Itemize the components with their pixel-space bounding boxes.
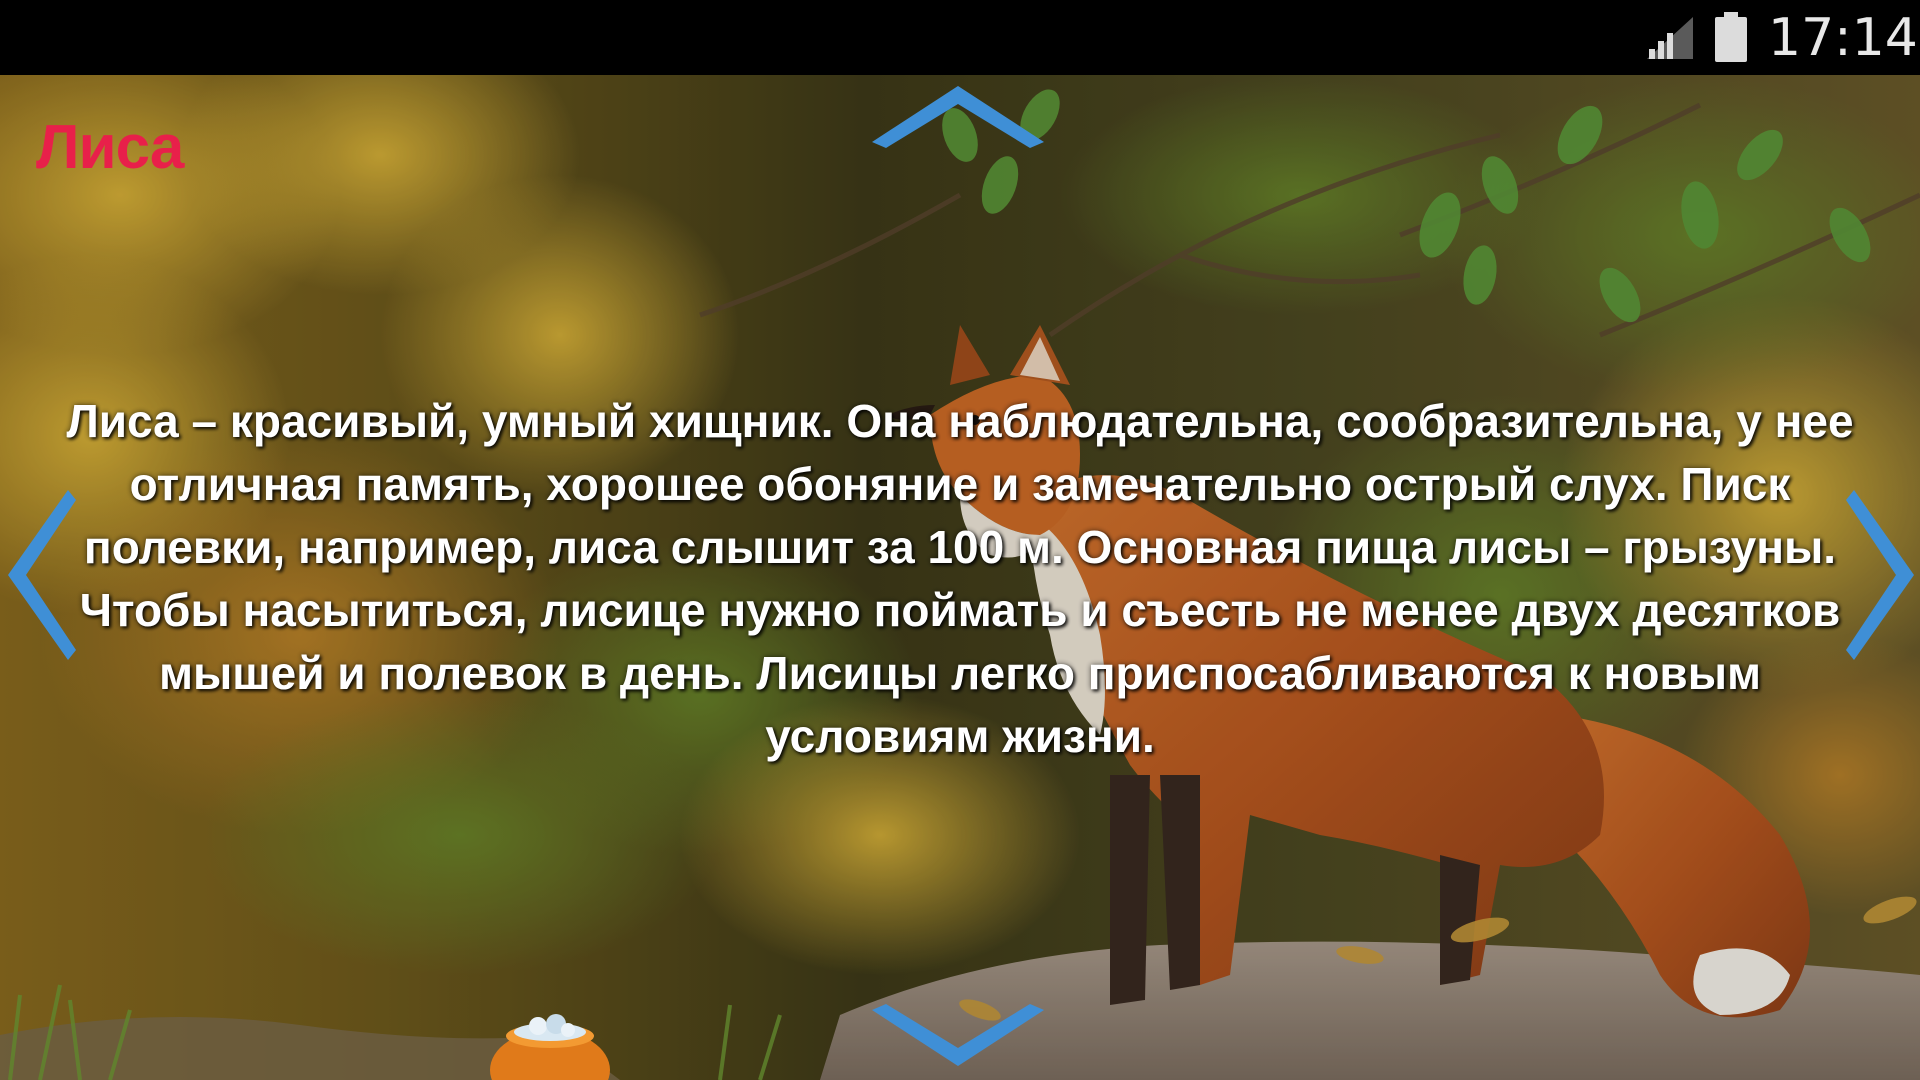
honey-pot-icon[interactable] xyxy=(490,1010,610,1080)
status-clock: 17:14 xyxy=(1768,8,1918,68)
page-title: Лиса xyxy=(36,113,184,182)
signal-icon xyxy=(1647,17,1693,59)
nav-down-button[interactable] xyxy=(872,1002,1044,1066)
nav-up-button[interactable] xyxy=(872,86,1044,150)
battery-icon xyxy=(1715,12,1747,62)
status-bar: 17:14 xyxy=(0,0,1920,75)
chevron-up-icon xyxy=(872,86,1044,148)
app-screen: 17:14 Лиса Лиса – красивый, умный хищник… xyxy=(0,0,1920,1080)
chevron-down-icon xyxy=(872,1004,1044,1066)
animal-description: Лиса – красивый, умный хищник. Она наблю… xyxy=(66,395,1854,762)
